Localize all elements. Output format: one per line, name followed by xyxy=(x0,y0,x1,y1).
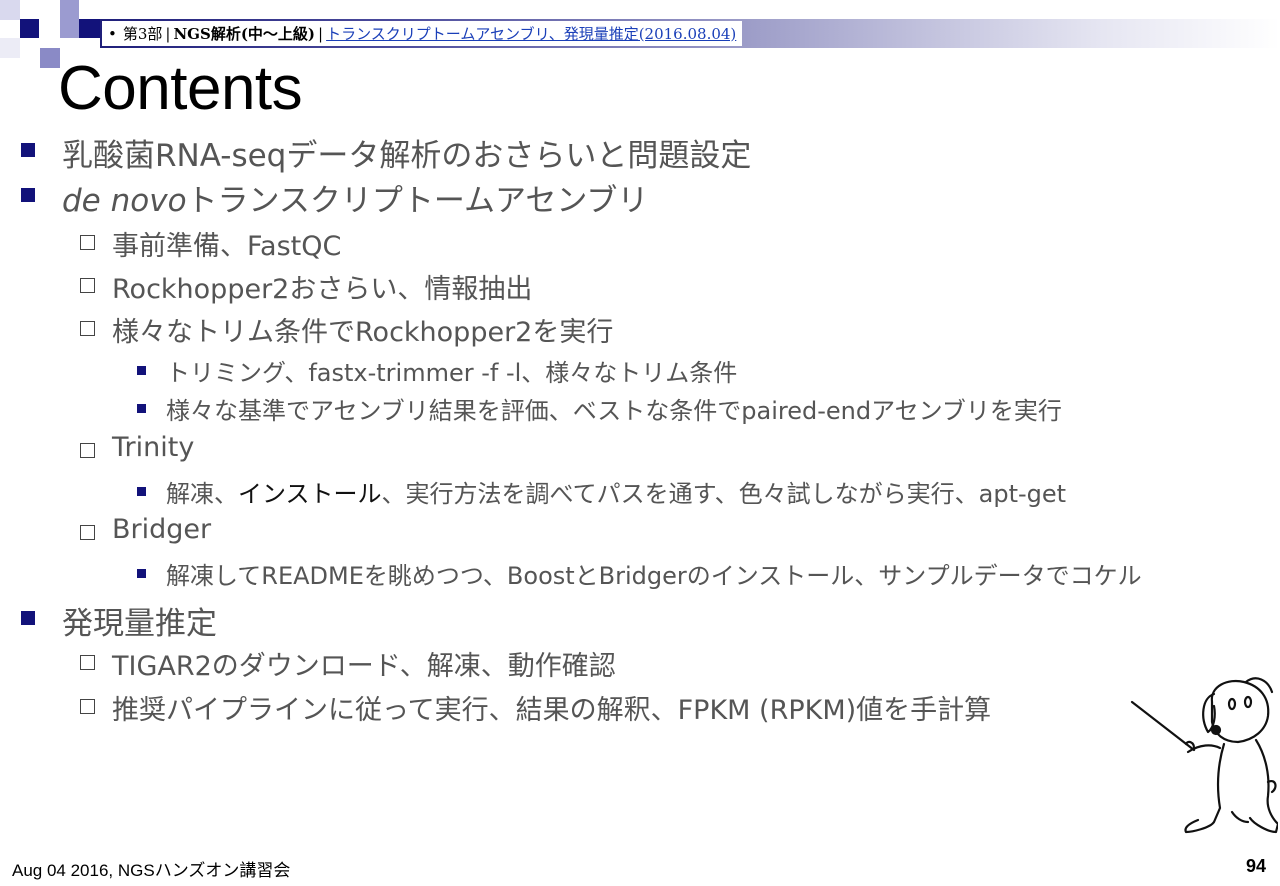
bullet-small-square-icon xyxy=(137,366,146,375)
outline-subitem: 推奨パイプラインに従って実行、結果の解釈、FPKM (RPKM)値を手計算 xyxy=(112,695,992,726)
bullet-checkbox-icon xyxy=(80,321,95,336)
slide-title: Contents xyxy=(58,54,303,123)
bullet-checkbox-icon xyxy=(80,235,95,250)
breadcrumb-separator: | xyxy=(165,24,171,43)
bullet-square-icon xyxy=(21,188,35,202)
outline-subsubitem: 解凍、インストール、実行方法を調べてパスを通す、色々試しながら実行、apt-ge… xyxy=(166,474,1066,509)
outline-subsubitem: トリミング、fastx-trimmer -f -l、様々なトリム条件 xyxy=(166,359,738,387)
breadcrumb: • 第3部 | NGS解析(中～上級) | トランスクリプトームアセンブリ、発現… xyxy=(102,21,743,46)
outline-item-text: トランスクリプトームアセンブリ xyxy=(186,183,649,219)
outline-text-highlight: インストール xyxy=(238,480,382,508)
outline-text: 、実行方法を調べてパスを通す、色々試しながら実行、apt-get xyxy=(381,480,1067,508)
dog-pointer-icon xyxy=(1130,677,1278,834)
outline-subitem: 様々なトリム条件でRockhopper2を実行 xyxy=(112,317,614,348)
outline-text: 解凍、 xyxy=(166,480,238,508)
footer-event: Aug 04 2016, NGSハンズオン講習会 xyxy=(12,861,291,880)
bullet-checkbox-icon xyxy=(80,525,95,540)
outline-subsubitem: 解凍してREADMEを眺めつつ、BoostとBridgerのインストール、サンプ… xyxy=(166,562,1142,590)
bullet-checkbox-icon xyxy=(80,443,95,458)
bullet-square-icon xyxy=(21,143,35,157)
breadcrumb-separator: | xyxy=(318,24,324,43)
bullet-small-square-icon xyxy=(137,487,146,496)
breadcrumb-course: NGS解析(中～上級) xyxy=(173,25,316,43)
bullet-small-square-icon xyxy=(137,404,146,413)
bullet-checkbox-icon xyxy=(80,278,95,293)
outline-subsubitem: 様々な基準でアセンブリ結果を評価、ベストな条件でpaired-endアセンブリを… xyxy=(166,397,1062,425)
outline-item: 発現量推定 xyxy=(62,606,217,642)
outline-subitem: TIGAR2のダウンロード、解凍、動作確認 xyxy=(112,651,616,682)
page-number: 94 xyxy=(1245,856,1266,876)
outline-subitem: Rockhopper2おさらい、情報抽出 xyxy=(112,274,533,305)
breadcrumb-part: 第3部 xyxy=(122,25,163,43)
outline-item: 乳酸菌RNA-seqデータ解析のおさらいと問題設定 xyxy=(62,138,752,174)
outline-subitem: Bridger xyxy=(112,514,212,545)
outline-subitem: Trinity xyxy=(112,432,195,463)
outline-item-italic: de novo xyxy=(62,183,187,219)
breadcrumb-link[interactable]: トランスクリプトームアセンブリ、発現量推定(2016.08.04) xyxy=(326,23,736,44)
bullet-checkbox-icon xyxy=(80,655,95,670)
bullet-square-icon xyxy=(21,611,35,625)
outline-item: de novoトランスクリプトームアセンブリ xyxy=(62,175,648,220)
breadcrumb-bullet: • xyxy=(108,24,117,43)
bullet-checkbox-icon xyxy=(80,699,95,714)
outline-subitem: 事前準備、FastQC xyxy=(112,231,342,262)
bullet-small-square-icon xyxy=(137,569,146,578)
